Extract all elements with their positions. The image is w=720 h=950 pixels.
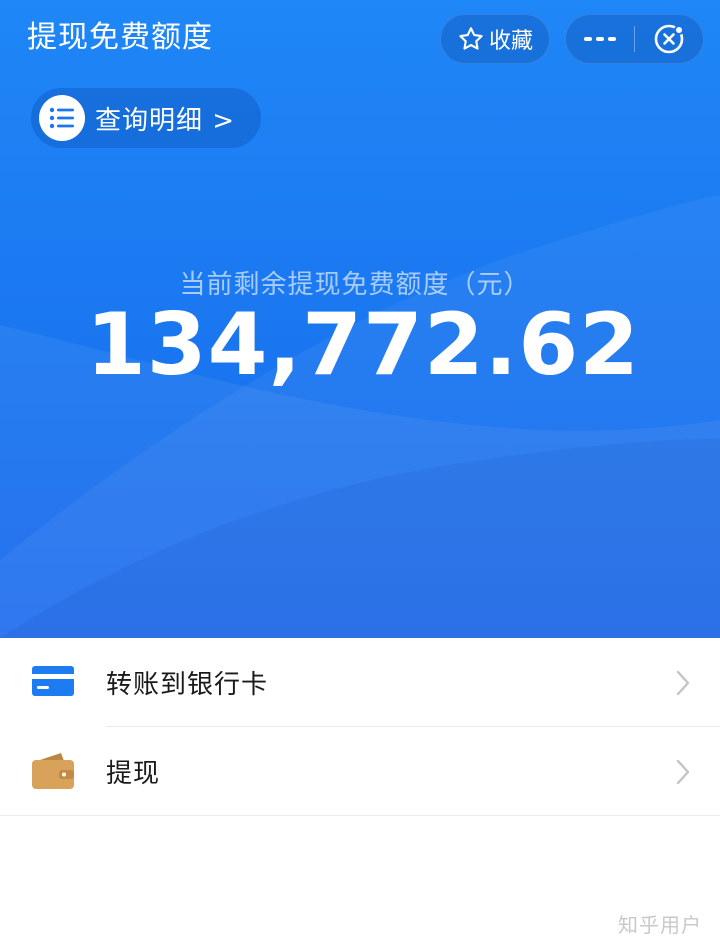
list-icon (39, 95, 85, 141)
query-details-button[interactable]: 查询明细 > (31, 88, 261, 148)
close-circle-icon (654, 24, 684, 54)
chevron-right-icon (676, 759, 690, 785)
page-title: 提现免费额度 (27, 20, 213, 55)
favorite-button[interactable]: 收藏 (440, 14, 550, 64)
list-item-transfer-to-bank-card[interactable]: 转账到银行卡 (0, 638, 720, 726)
star-outline-icon (459, 27, 483, 50)
favorite-label: 收藏 (488, 29, 533, 54)
more-button[interactable] (566, 14, 634, 64)
hero-panel: 提现免费额度 收藏 查询明细 > 当前剩余提现免费额度（元） 134,772.6… (0, 0, 720, 638)
more-dots-icon (584, 37, 616, 41)
list-item-withdraw[interactable]: 提现 (0, 727, 720, 815)
query-details-label: 查询明细 > (95, 105, 236, 136)
row-divider (0, 815, 720, 816)
chevron-right-icon (676, 670, 690, 696)
close-button[interactable] (635, 14, 703, 64)
bank-card-icon (32, 666, 74, 696)
action-list: 转账到银行卡 提现 (0, 638, 720, 816)
list-item-label: 转账到银行卡 (106, 669, 269, 700)
balance-amount: 134,772.62 (85, 295, 641, 395)
watermark: 知乎用户 (618, 913, 702, 937)
wallet-icon (32, 753, 74, 789)
mini-program-capsule (565, 14, 704, 64)
list-item-label: 提现 (106, 758, 161, 789)
